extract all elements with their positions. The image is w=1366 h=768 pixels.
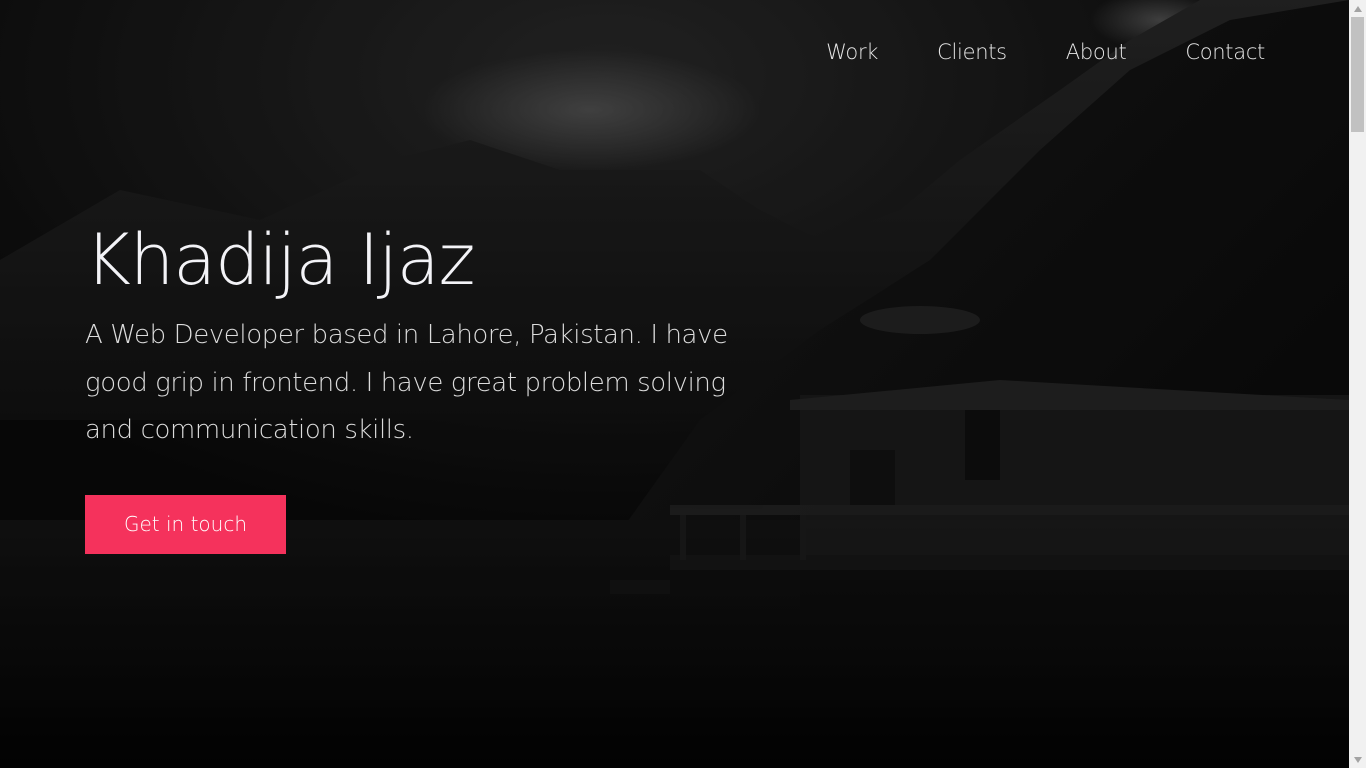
scrollbar-thumb[interactable] — [1351, 17, 1364, 132]
main-nav: Work Clients About Contact — [826, 40, 1265, 64]
nav-link-clients[interactable]: Clients — [937, 40, 1007, 64]
triangle-down-icon — [1353, 756, 1362, 763]
scroll-down-button[interactable] — [1349, 751, 1366, 768]
scroll-up-button[interactable] — [1349, 0, 1366, 17]
get-in-touch-button[interactable]: Get in touch — [85, 494, 286, 554]
triangle-up-icon — [1353, 5, 1362, 12]
hero-section: Khadija Ijaz A Web Developer based in La… — [85, 214, 785, 554]
nav-link-work[interactable]: Work — [826, 40, 878, 64]
hero-description: A Web Developer based in Lahore, Pakista… — [85, 320, 728, 445]
nav-link-contact[interactable]: Contact — [1185, 40, 1265, 64]
page-viewport: Work Clients About Contact Khadija Ijaz … — [0, 0, 1349, 768]
nav-link-about[interactable]: About — [1066, 40, 1127, 64]
hero-title: Khadija Ijaz — [85, 219, 475, 301]
vertical-scrollbar[interactable] — [1349, 0, 1366, 768]
